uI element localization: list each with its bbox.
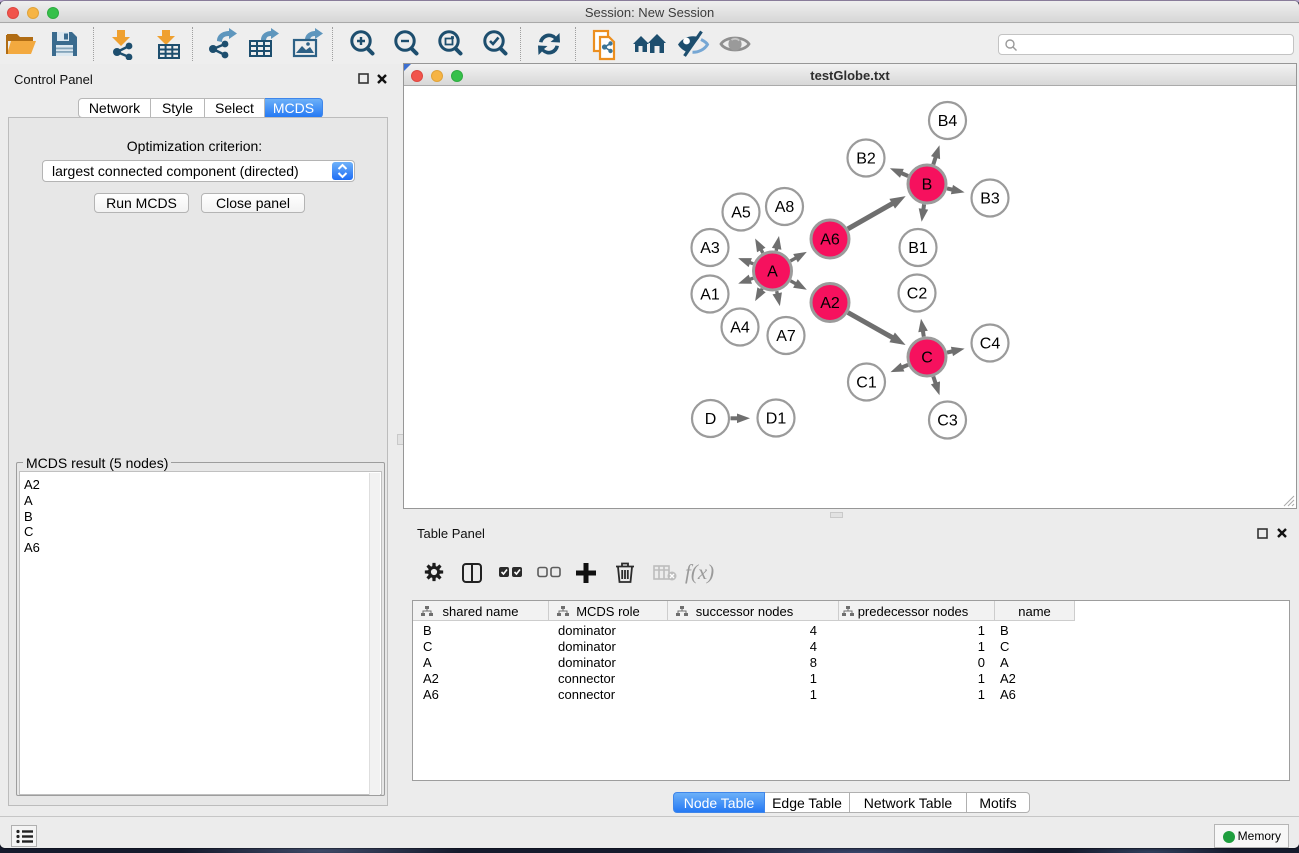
svg-text:A3: A3 <box>700 240 720 257</box>
svg-text:B2: B2 <box>856 151 876 168</box>
svg-text:A: A <box>767 264 778 281</box>
svg-text:C1: C1 <box>856 375 877 392</box>
svg-text:A7: A7 <box>776 328 796 345</box>
svg-text:C: C <box>921 350 933 367</box>
svg-text:A5: A5 <box>731 205 751 222</box>
svg-text:A1: A1 <box>700 287 720 304</box>
svg-text:A2: A2 <box>820 295 840 312</box>
svg-text:D: D <box>705 411 717 428</box>
svg-text:B3: B3 <box>980 191 1000 208</box>
svg-text:D1: D1 <box>766 411 787 428</box>
svg-text:C2: C2 <box>907 286 928 303</box>
svg-text:C4: C4 <box>980 336 1001 353</box>
svg-text:A8: A8 <box>775 199 795 216</box>
svg-text:A6: A6 <box>820 232 840 249</box>
svg-text:A4: A4 <box>730 320 750 337</box>
svg-text:B1: B1 <box>908 240 928 257</box>
svg-text:B4: B4 <box>938 113 958 130</box>
svg-text:C3: C3 <box>937 413 958 430</box>
svg-text:B: B <box>922 177 933 194</box>
